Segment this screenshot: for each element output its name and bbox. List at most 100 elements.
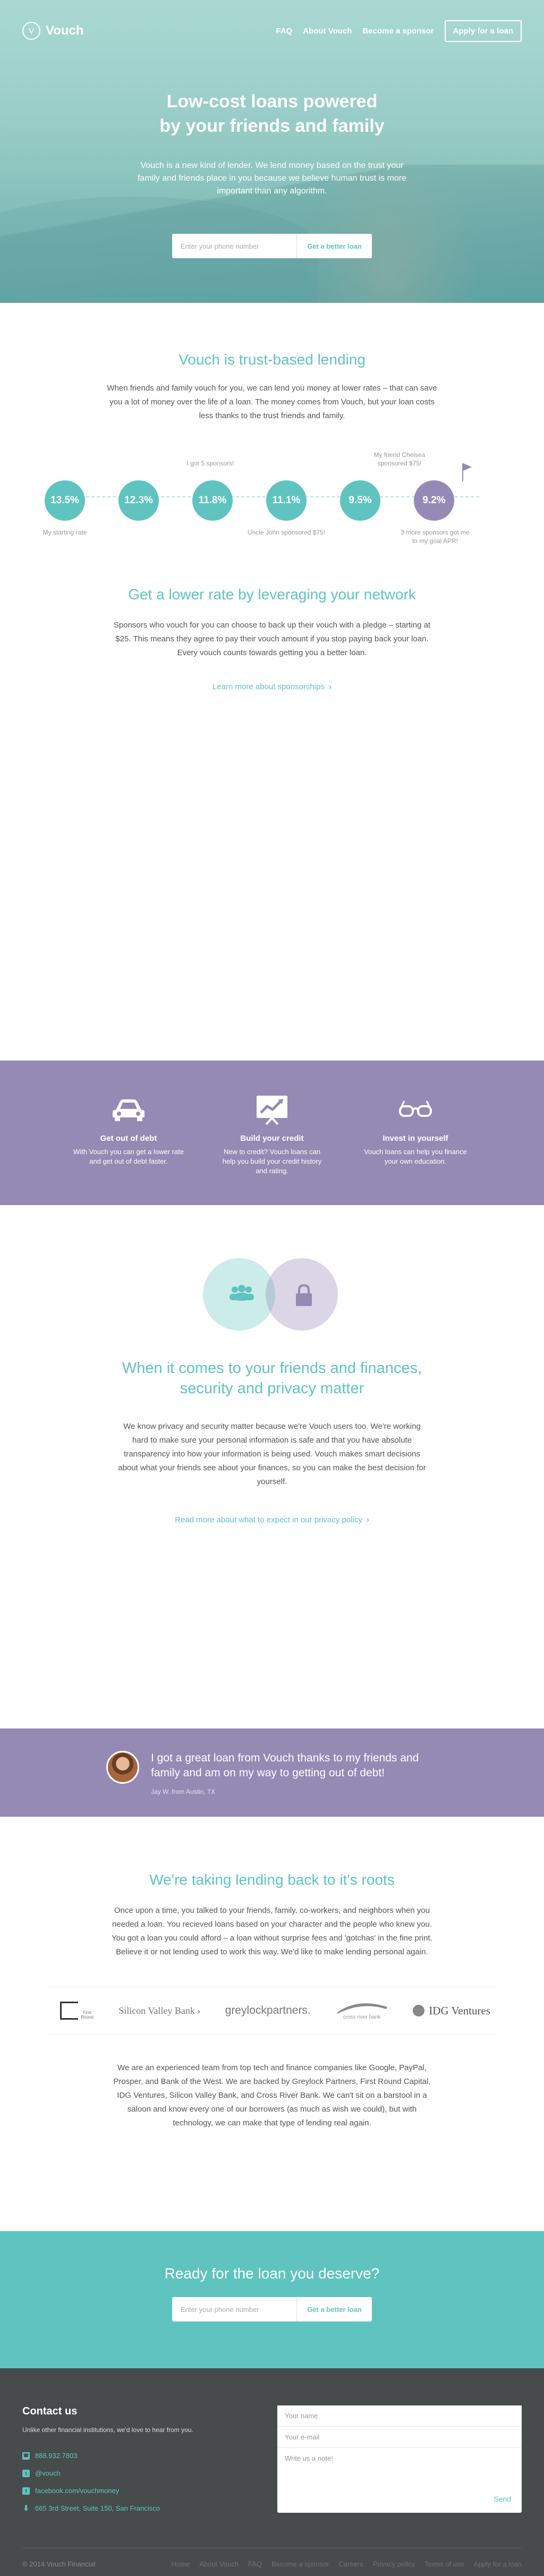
benefit-credit-title: Build your credit [240,1134,304,1143]
testimonial-quote: I got a great loan from Vouch thanks to … [151,1752,419,1779]
rate-timeline: I got 5 sponsors! My friend Chelsea spon… [43,451,500,557]
v-ring-logo-icon: V [22,22,40,40]
sponsorships-link[interactable]: Learn more about sponsorships › [212,682,332,691]
goal-flag-icon [461,463,472,481]
apply-loan-button[interactable]: Apply for a loan [444,20,522,42]
hero-title-line1: Low-cost loans powered [166,91,378,112]
testimonial-band: I got a great loan from Vouch thanks to … [0,1728,544,1817]
twitter-icon: t [22,2469,30,2477]
brand-logo[interactable]: V Vouch [22,22,84,40]
note-goal: 3 more sponsors got me to my goal APR! [401,529,470,545]
contact-facebook-text: facebook.com/vouchmoney [35,2487,120,2495]
rate-step-goal: 9.2% [414,480,454,521]
network-body: Sponsors who vouch for you can choose to… [113,621,431,657]
benefit-debt-body: With Vouch you can get a lower rate and … [73,1148,184,1165]
rate-step-3: 11.8% [192,480,233,521]
svb-logo-text: Silicon Valley Bank [118,2005,195,2016]
glasses-icon [360,1092,471,1126]
benefit-invest-title: Invest in yourself [382,1134,448,1143]
network-title: Get a lower rate by leveraging your netw… [128,586,416,603]
privacy-title-line2: security and privacy matter [180,1380,364,1397]
trust-title: Vouch is trust-based lending [178,351,366,368]
contact-note-input[interactable] [277,2448,522,2485]
svb-logo: Silicon Valley Bank › [118,2005,201,2016]
footer-links: Home About Vouch FAQ Become a sponsor Ca… [172,2560,522,2568]
testimonial-author: Jay W. from Austin, TX [151,1788,216,1795]
footer-link-faq[interactable]: FAQ [248,2560,262,2568]
chevron-right-icon: › [366,1515,369,1524]
trust-body: When friends and family vouch for you, w… [107,384,437,420]
chevron-right-icon: › [328,682,332,691]
privacy-body: We know privacy and security matter beca… [118,1422,426,1486]
copyright: © 2014 Vouch Financial [22,2560,96,2568]
benefit-credit-body: New to credit? Vouch loans can help you … [222,1148,322,1175]
note-starting-rate: My starting rate [42,529,87,536]
car-icon [73,1092,184,1126]
nav-faq[interactable]: FAQ [276,27,292,36]
rate-step-5: 9.5% [340,480,380,521]
brand-name: Vouch [46,23,84,38]
footer-link-terms[interactable]: Terms of use [424,2560,464,2568]
globe-icon [413,2005,425,2016]
footer: Contact us Unlike other financial instit… [0,2368,544,2576]
rate-step-2: 12.3% [118,480,159,521]
benefit-credit: Build your credit New to credit? Vouch l… [216,1092,328,1205]
cta-title: Ready for the loan you deserve? [164,2265,380,2282]
benefits-band: Get out of debt With Vouch you can get a… [0,1061,544,1205]
rate-step-1: 13.5% [45,480,85,521]
lock-icon [296,1284,312,1306]
privacy-policy-link-label: Read more about what to expect in our pr… [175,1515,362,1524]
map-pin-icon: ⬇ [23,2504,29,2512]
privacy-circles [203,1258,341,1331]
team-body: We are an experienced team from top tech… [113,2063,431,2128]
rate-step-4: 11.1% [266,480,307,521]
contact-email-input[interactable] [277,2427,522,2448]
footer-link-sponsor[interactable]: Become a sponsor [271,2560,329,2568]
nav-about[interactable]: About Vouch [303,27,352,36]
sponsorships-link-label: Learn more about sponsorships [212,682,325,691]
contact-address-text: 665 3rd Street, Suite 150, San Francisco [35,2504,160,2512]
idg-logo: IDG Ventures [413,2004,490,2018]
privacy-title: When it comes to your friends and financ… [0,1358,544,1399]
footer-link-about[interactable]: About Vouch [199,2560,239,2568]
cta-get-loan-button[interactable]: Get a better loan [296,2297,372,2321]
roots-title: We're taking lending back to it's roots [149,1871,395,1888]
hero-phone-input[interactable] [172,234,296,258]
footer-bottom: © 2014 Vouch Financial Home About Vouch … [22,2548,522,2568]
cta-phone-input[interactable] [172,2297,296,2321]
trust-section: Vouch is trust-based lending When friend… [0,303,544,1061]
facebook-icon: f [22,2487,30,2495]
cta-band: Ready for the loan you deserve? Get a be… [0,2231,544,2368]
nav-links: FAQ About Vouch Become a sponsor Apply f… [276,20,522,42]
benefit-invest-body: Vouch loans can help you finance your ow… [364,1148,467,1165]
nav-become-sponsor[interactable]: Become a sponsor [362,27,434,36]
first-round-logo: First Round [60,2002,94,2020]
hero-title-line2: by your friends and family [159,116,385,136]
send-button[interactable]: Send [494,2495,511,2503]
benefit-debt-title: Get out of debt [100,1134,157,1143]
contact-form: Send [277,2405,522,2513]
hero-phone-form: Get a better loan [172,234,372,258]
contact-phone-text: 888.932.7803 [35,2452,78,2460]
roots-body: Once upon a time, you talked to your fri… [112,1906,432,1956]
credit-chart-icon [216,1092,328,1126]
footer-link-privacy[interactable]: Privacy policy [373,2560,415,2568]
privacy-section: When it comes to your friends and financ… [0,1205,544,1728]
hero: V Vouch FAQ About Vouch Become a sponsor… [0,0,544,303]
avatar [106,1751,139,1784]
benefit-invest: Invest in yourself Vouch loans can help … [360,1092,471,1205]
roots-section: We're taking lending back to it's roots … [0,1817,544,2231]
privacy-policy-link[interactable]: Read more about what to expect in our pr… [175,1515,369,1524]
cross-river-logo-text: cross river bank [343,2014,381,2020]
contact-name-input[interactable] [277,2405,522,2427]
hero-get-loan-button[interactable]: Get a better loan [296,234,372,258]
benefit-debt: Get out of debt With Vouch you can get a… [73,1092,184,1205]
note-5-sponsors: I got 5 sponsors! [186,460,234,467]
note-uncle-john: Uncle John sponsored $75! [247,529,326,536]
footer-link-careers[interactable]: Careers [339,2560,363,2568]
cta-phone-form: Get a better loan [172,2297,372,2321]
first-round-logo-text: First Round [81,2010,94,2020]
footer-link-home[interactable]: Home [172,2560,190,2568]
footer-link-apply[interactable]: Apply for a loan [474,2560,522,2568]
hero-title: Low-cost loans powered by your friends a… [0,89,544,138]
